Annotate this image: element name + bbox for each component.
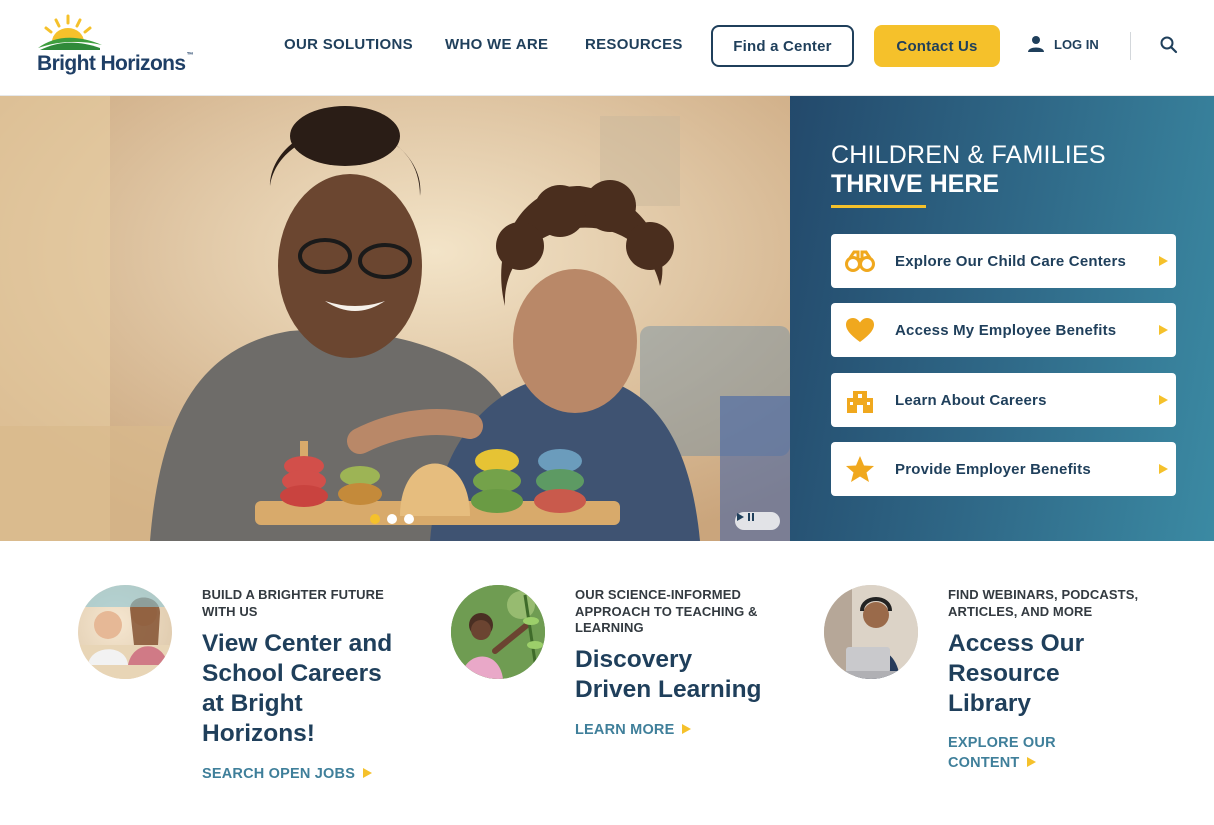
nav-our-solutions[interactable]: OUR SOLUTIONS: [284, 36, 413, 53]
hero-heading-line2: THRIVE HERE: [831, 170, 1000, 198]
arrow-right-icon: [1159, 395, 1168, 405]
arrow-right-icon: [1159, 464, 1168, 474]
star-icon: [845, 454, 875, 484]
play-pause-icon: [737, 513, 754, 521]
binoculars-icon: [845, 246, 875, 276]
careers-photo: [78, 585, 172, 679]
building-icon: [845, 385, 875, 415]
carousel-play-pause-button[interactable]: [735, 512, 780, 530]
provide-employer-benefits-link[interactable]: Provide Employer Benefits: [831, 442, 1176, 496]
hero-carousel-image: [0, 96, 790, 541]
user-icon: [1028, 36, 1044, 52]
arrow-right-icon: [682, 724, 692, 735]
contact-us-button[interactable]: Contact Us: [874, 25, 1000, 67]
log-in-link[interactable]: LOG IN: [1027, 35, 1099, 53]
link-label: Explore Our Child Care Centers: [895, 252, 1127, 270]
feature-title[interactable]: View Center and School Careers at Bright…: [202, 629, 402, 749]
feature-title[interactable]: Discovery Driven Learning: [575, 645, 775, 705]
heart-icon: [845, 315, 875, 345]
search-icon: [1160, 36, 1178, 54]
link-label: EXPLORE OUR CONTENT: [948, 735, 1056, 771]
link-label: Access My Employee Benefits: [895, 321, 1117, 339]
hero-photo-illustration: [0, 96, 790, 541]
feature-eyebrow: FIND WEBINARS, PODCASTS, ARTICLES, AND M…: [948, 587, 1139, 619]
heading-accent-bar: [831, 205, 926, 208]
arrow-right-icon: [363, 768, 373, 779]
search-button[interactable]: [1159, 35, 1179, 55]
log-in-label: LOG IN: [1054, 36, 1099, 52]
feature-eyebrow: BUILD A BRIGHTER FUTURE WITH US: [202, 587, 384, 619]
hero-heading-line1: CHILDREN & FAMILIES: [831, 141, 1106, 169]
arrow-right-icon: [1159, 256, 1168, 266]
link-label: SEARCH OPEN JOBS: [202, 766, 356, 782]
arrow-right-icon: [1159, 325, 1168, 335]
explore-our-content-link[interactable]: EXPLORE OUR CONTENT: [948, 733, 1078, 773]
carousel-dot-1[interactable]: [370, 514, 380, 524]
feature-eyebrow: OUR SCIENCE-INFORMED APPROACH TO TEACHIN…: [575, 587, 758, 635]
site-header: Bright Horizons™ OUR SOLUTIONS WHO WE AR…: [0, 0, 1214, 96]
bright-horizons-logo[interactable]: Bright Horizons™: [36, 14, 196, 78]
link-label: LEARN MORE: [575, 722, 675, 738]
link-label: Learn About Careers: [895, 391, 1047, 409]
carousel-dots: [370, 514, 414, 524]
carousel-dot-2[interactable]: [387, 514, 397, 524]
explore-child-care-centers-link[interactable]: Explore Our Child Care Centers: [831, 234, 1176, 288]
carousel-dot-3[interactable]: [404, 514, 414, 524]
hero-section: CHILDREN & FAMILIES THRIVE HERE Explore …: [0, 96, 1214, 541]
access-employee-benefits-link[interactable]: Access My Employee Benefits: [831, 303, 1176, 357]
resources-photo: [824, 585, 918, 679]
hero-panel: CHILDREN & FAMILIES THRIVE HERE Explore …: [790, 96, 1214, 541]
nav-resources[interactable]: RESOURCES: [585, 36, 683, 53]
link-label: Provide Employer Benefits: [895, 460, 1091, 478]
header-divider: [1130, 32, 1131, 60]
sunrise-icon: [38, 14, 102, 50]
logo-wordmark: Bright Horizons™: [37, 52, 194, 75]
feature-title[interactable]: Access Our Resource Library: [948, 629, 1098, 719]
arrow-right-icon: [1027, 757, 1037, 768]
learn-more-link[interactable]: LEARN MORE: [575, 720, 775, 740]
find-a-center-button[interactable]: Find a Center: [711, 25, 854, 67]
search-open-jobs-link[interactable]: SEARCH OPEN JOBS: [202, 764, 422, 784]
learning-photo: [451, 585, 545, 679]
learn-about-careers-link[interactable]: Learn About Careers: [831, 373, 1176, 427]
nav-who-we-are[interactable]: WHO WE ARE: [445, 36, 548, 53]
